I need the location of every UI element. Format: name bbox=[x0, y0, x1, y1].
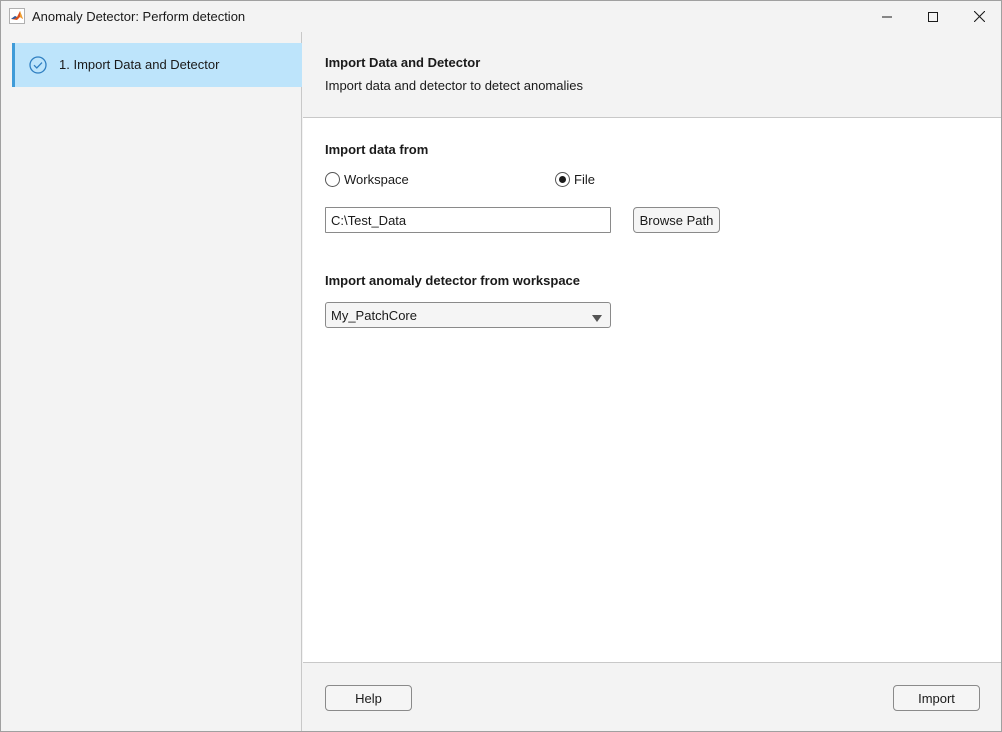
file-radio[interactable]: File bbox=[555, 172, 595, 187]
import-data-label: Import data from bbox=[325, 142, 429, 157]
import-button[interactable]: Import bbox=[893, 685, 980, 711]
minimize-icon bbox=[882, 12, 892, 22]
check-circle-icon bbox=[28, 55, 48, 75]
page-header: Import Data and Detector Import data and… bbox=[303, 32, 1001, 118]
help-button[interactable]: Help bbox=[325, 685, 412, 711]
page-subtitle: Import data and detector to detect anoma… bbox=[325, 78, 583, 93]
close-icon bbox=[973, 11, 985, 22]
minimize-button[interactable] bbox=[864, 1, 910, 32]
import-detector-label: Import anomaly detector from workspace bbox=[325, 273, 581, 288]
close-button[interactable] bbox=[956, 1, 1002, 32]
window-title: Anomaly Detector: Perform detection bbox=[32, 9, 246, 24]
maximize-button[interactable] bbox=[910, 1, 956, 32]
file-path-input[interactable] bbox=[325, 207, 611, 233]
browse-path-button[interactable]: Browse Path bbox=[633, 207, 720, 233]
workspace-radio-label: Workspace bbox=[344, 172, 409, 187]
detector-dropdown-value: My_PatchCore bbox=[331, 308, 417, 323]
steps-sidebar: 1. Import Data and Detector bbox=[1, 32, 302, 731]
matlab-icon bbox=[9, 8, 25, 24]
maximize-icon bbox=[928, 11, 938, 22]
app-window: Anomaly Detector: Perform detection 1. I… bbox=[0, 0, 1002, 732]
title-bar[interactable]: Anomaly Detector: Perform detection bbox=[1, 1, 1001, 32]
workspace-radio[interactable]: Workspace bbox=[325, 172, 409, 187]
sidebar-step-import-data[interactable]: 1. Import Data and Detector bbox=[12, 43, 302, 87]
file-radio-circle[interactable] bbox=[555, 172, 570, 187]
dropdown-arrow-icon bbox=[592, 311, 602, 322]
page-title: Import Data and Detector bbox=[325, 55, 481, 70]
detector-dropdown[interactable]: My_PatchCore bbox=[325, 302, 611, 328]
footer-bar: Help Import bbox=[303, 662, 1001, 731]
sidebar-step-label: 1. Import Data and Detector bbox=[59, 57, 220, 72]
workspace-radio-circle[interactable] bbox=[325, 172, 340, 187]
main-content: Import data from Workspace File Browse P… bbox=[303, 118, 1001, 662]
file-radio-label: File bbox=[574, 172, 595, 187]
